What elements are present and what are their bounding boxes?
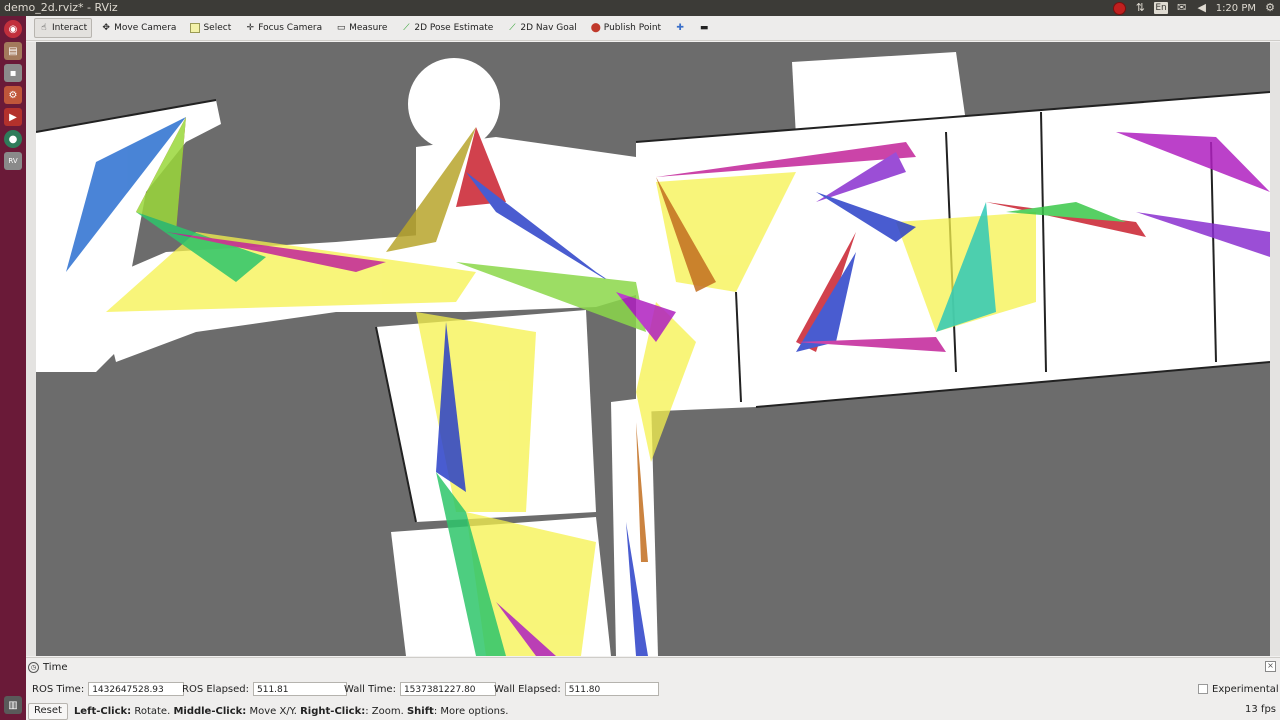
tool-focus-camera[interactable]: ✛ Focus Camera xyxy=(240,18,327,38)
system-top-bar: demo_2d.rviz* - RViz ⇅ En ✉ ◀ 1:20 PM ⚙ xyxy=(0,0,1280,16)
tool-label: 2D Pose Estimate xyxy=(414,23,494,33)
nav-arrow-icon: ⟋ xyxy=(509,23,516,33)
experimental-field: Experimental xyxy=(1198,681,1279,697)
select-icon xyxy=(190,23,201,33)
ros-elapsed-label: ROS Elapsed: xyxy=(182,683,249,695)
experimental-checkbox[interactable] xyxy=(1198,684,1208,694)
tool-measure[interactable]: ▭ Measure xyxy=(331,18,392,38)
gear-icon[interactable]: ⚙ xyxy=(1264,2,1276,14)
hint-zoom: : Zoom. xyxy=(365,705,407,717)
tool-interact[interactable]: ☝ Interact xyxy=(34,18,93,38)
minus-icon: ▬ xyxy=(699,23,709,33)
move-camera-icon: ✥ xyxy=(102,23,110,33)
time-panel: ◷ Time × ROS Time: 1432647528.93 ROS Ela… xyxy=(26,657,1280,704)
wall-time-input[interactable]: 1537381227.80 xyxy=(399,682,496,696)
hint-rotate: Rotate. xyxy=(131,705,174,717)
3d-viewport[interactable] xyxy=(36,42,1270,656)
rviz-icon[interactable]: RV xyxy=(4,152,22,170)
cursor-icon: ☝ xyxy=(41,23,47,33)
mouse-hint: Left-Click: Rotate. Middle-Click: Move X… xyxy=(74,706,508,717)
ros-time-input[interactable]: 1432647528.93 xyxy=(88,682,185,696)
volume-icon[interactable]: ◀ xyxy=(1196,2,1208,14)
wall-time-label: Wall Time: xyxy=(344,683,396,695)
hint-shift: Shift xyxy=(406,705,434,717)
window-title: demo_2d.rviz* - RViz xyxy=(4,1,118,14)
right-dock-handle[interactable] xyxy=(1270,42,1280,656)
remove-tool-button[interactable]: ▬ xyxy=(694,18,714,38)
add-tool-button[interactable]: ✚ xyxy=(670,18,690,38)
experimental-label: Experimental xyxy=(1212,683,1279,695)
tool-label: Select xyxy=(203,23,232,33)
clock[interactable]: 1:20 PM xyxy=(1216,3,1256,14)
wall-elapsed-input[interactable]: 511.80 xyxy=(564,682,659,696)
status-bar: Reset Left-Click: Rotate. Middle-Click: … xyxy=(26,702,1280,720)
time-panel-title: Time xyxy=(43,661,68,673)
focus-camera-icon: ✛ xyxy=(246,23,254,33)
record-icon[interactable] xyxy=(1113,1,1127,15)
mail-icon[interactable]: ✉ xyxy=(1176,2,1188,14)
hint-more: : More options. xyxy=(433,705,509,717)
map-pin-icon: ⬤ xyxy=(590,23,601,33)
tool-2d-nav-goal[interactable]: ⟋ 2D Nav Goal xyxy=(502,18,581,38)
ros-elapsed-input[interactable]: 511.81 xyxy=(253,682,347,696)
ros-time-label: ROS Time: xyxy=(32,683,85,695)
ros-time-field: ROS Time: 1432647528.93 xyxy=(32,681,185,697)
measure-icon: ▭ xyxy=(336,23,346,33)
fps-counter: 13 fps xyxy=(1245,704,1276,715)
occupancy-map xyxy=(36,42,1270,656)
hint-move: Move X/Y. xyxy=(246,705,301,717)
tool-move-camera[interactable]: ✥ Move Camera xyxy=(96,18,181,38)
wall-elapsed-field: Wall Elapsed: 511.80 xyxy=(494,681,659,697)
hint-right-click: Right-Click: xyxy=(300,705,366,717)
launcher: ◉ ▤ ▪ ⚙ ▶ ● RV ▥ xyxy=(0,16,26,720)
tool-label: Interact xyxy=(52,23,88,33)
tool-select[interactable]: Select xyxy=(185,18,236,38)
close-icon[interactable]: × xyxy=(1265,661,1276,672)
dash-icon[interactable]: ◉ xyxy=(4,20,22,38)
tool-2d-pose-estimate[interactable]: ⟋ 2D Pose Estimate xyxy=(396,18,498,38)
plus-icon: ✚ xyxy=(676,23,684,33)
tool-label: Focus Camera xyxy=(258,23,323,33)
hint-left-click: Left-Click: xyxy=(73,705,132,717)
system-tray: ⇅ En ✉ ◀ 1:20 PM ⚙ xyxy=(1113,0,1276,16)
clock-icon: ◷ xyxy=(28,661,39,673)
tool-label: Move Camera xyxy=(114,23,177,33)
left-dock-handle[interactable] xyxy=(26,42,36,656)
tool-publish-point[interactable]: ⬤ Publish Point xyxy=(586,18,666,38)
network-icon[interactable]: ⇅ xyxy=(1134,2,1146,14)
reset-button[interactable]: Reset xyxy=(28,702,68,720)
terminal-icon[interactable]: ▪ xyxy=(4,64,22,82)
settings-icon[interactable]: ⚙ xyxy=(4,86,22,104)
media-icon[interactable]: ▶ xyxy=(4,108,22,126)
browser-icon[interactable]: ● xyxy=(4,130,22,148)
rviz-window: ☝ Interact ✥ Move Camera Select ✛ Focus … xyxy=(26,16,1280,720)
tool-label: Publish Point xyxy=(603,23,662,33)
keyboard-language-indicator[interactable]: En xyxy=(1154,2,1168,14)
tool-label: 2D Nav Goal xyxy=(520,23,577,33)
files-icon[interactable]: ▤ xyxy=(4,42,22,60)
hint-middle-click: Middle-Click: xyxy=(173,705,247,717)
pose-arrow-icon: ⟋ xyxy=(403,23,410,33)
map-free-space xyxy=(408,58,500,150)
ros-elapsed-field: ROS Elapsed: 511.81 xyxy=(182,681,347,697)
wall-elapsed-label: Wall Elapsed: xyxy=(494,683,561,695)
trash-icon[interactable]: ▥ xyxy=(4,696,22,714)
time-panel-header: ◷ Time xyxy=(28,660,67,674)
toolbar: ☝ Interact ✥ Move Camera Select ✛ Focus … xyxy=(26,16,1280,41)
wall-time-field: Wall Time: 1537381227.80 xyxy=(344,681,496,697)
tool-label: Measure xyxy=(349,23,388,33)
